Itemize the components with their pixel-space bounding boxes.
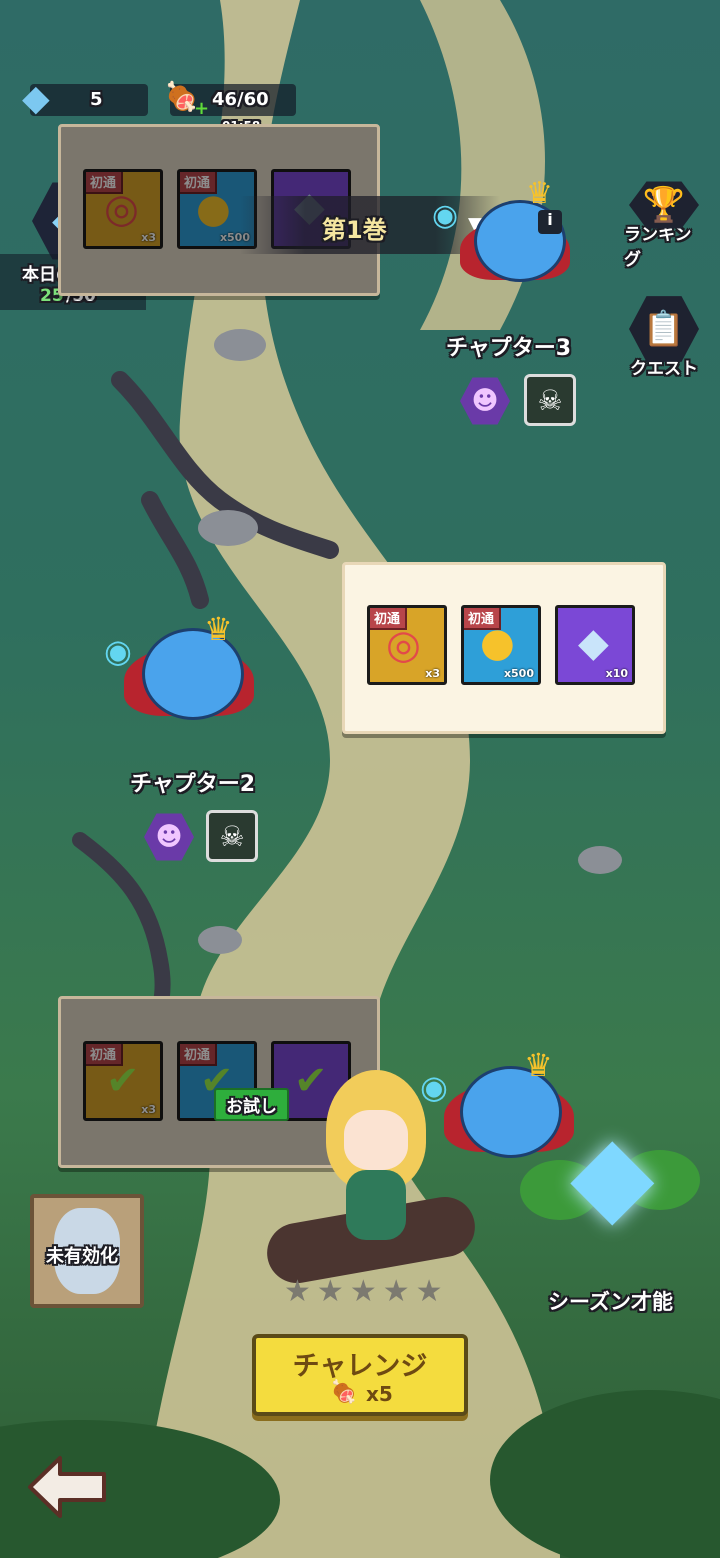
skull-icon: ☠: [524, 374, 576, 426]
stamina-counter[interactable]: 🍖 + 46/60: [164, 80, 296, 119]
gem-counter[interactable]: ◆ 5: [22, 78, 148, 119]
reward-qty: x500: [503, 667, 534, 680]
crystal-icon: ◆: [570, 1110, 655, 1238]
stamina-count: 46/60: [212, 89, 269, 110]
inactive-label: 未有効化: [46, 1246, 118, 1267]
chapter2-label: チャプター2: [130, 772, 256, 797]
inactive-portrait[interactable]: 未有効化: [30, 1194, 144, 1308]
star-icon: ★: [349, 1274, 377, 1309]
staff-orb-icon: ◉: [104, 632, 132, 670]
arrow-left-icon: [28, 1456, 106, 1518]
season-talent-button[interactable]: ◆ シーズン才能: [510, 1110, 720, 1320]
reward-qty: x3: [141, 231, 156, 244]
challenge-button[interactable]: チャレンジ 🍖 x5: [252, 1334, 468, 1416]
star-rating: ★ ★ ★ ★ ★: [284, 1274, 443, 1309]
chapter3-boss[interactable]: ♛ ◉ i: [432, 176, 590, 290]
star-icon: ★: [382, 1274, 410, 1309]
meat-icon: 🍖: [330, 1380, 358, 1405]
first-clear-badge: 初通: [86, 172, 124, 194]
chapter2-reward-card[interactable]: ◎ 初通 x3 ● 初通 x500 ◆ x10: [342, 562, 666, 734]
star-icon: ★: [284, 1274, 311, 1309]
chapter3-label: チャプター3: [446, 336, 572, 361]
reward-tile: ◎ 初通 x3: [367, 605, 447, 685]
hero-body: [346, 1170, 406, 1240]
star-icon: ★: [415, 1274, 443, 1309]
first-clear-badge: 初通: [86, 1044, 124, 1066]
first-clear-badge: 初通: [180, 1044, 218, 1066]
first-clear-badge: 初通: [464, 608, 502, 630]
first-clear-badge: 初通: [370, 608, 408, 630]
crystal-icon: ◆: [578, 620, 609, 666]
challenge-label: チャレンジ: [292, 1351, 428, 1382]
gem-count: 5: [90, 89, 103, 110]
skull-icon: ☠: [206, 810, 258, 862]
chapter2-boss[interactable]: ♛ ◉: [104, 610, 284, 736]
reward-qty: x10: [605, 667, 628, 680]
ranking-button[interactable]: 🏆 ランキング: [624, 180, 704, 270]
volume-label: 第1巻: [322, 216, 387, 244]
challenge-cost: x5: [366, 1382, 393, 1406]
first-clear-badge: 初通: [180, 172, 218, 194]
crown-icon: ♛: [526, 176, 553, 211]
reward-qty: x3: [425, 667, 440, 680]
season-talent-label: シーズン才能: [548, 1290, 673, 1314]
info-icon[interactable]: i: [538, 210, 562, 234]
hero-face: [344, 1110, 408, 1170]
crown-icon: ♛: [204, 610, 233, 648]
reward-tile: ● 初通 x500: [461, 605, 541, 685]
reward-tile: ✔ 初通 x3: [83, 1041, 163, 1121]
reward-qty: x3: [141, 1103, 156, 1116]
quest-button[interactable]: 📋 クエスト: [624, 294, 704, 384]
hero-character[interactable]: [262, 1060, 486, 1310]
add-icon[interactable]: +: [194, 98, 209, 119]
game-stage: ◆ 5 🍖 + 46/60 01:58 ◆ 本日の上限 25 /50 ◎ 初通 …: [0, 0, 720, 1558]
staff-orb-icon: ◉: [432, 198, 459, 233]
reward-tile: ◎ 初通 x3: [83, 169, 163, 249]
star-icon: ★: [316, 1274, 344, 1309]
reward-tile: ◆ x10: [555, 605, 635, 685]
crystal-icon: ◆: [22, 78, 50, 119]
back-button[interactable]: [26, 1454, 110, 1520]
crown-icon: ♛: [524, 1046, 553, 1084]
